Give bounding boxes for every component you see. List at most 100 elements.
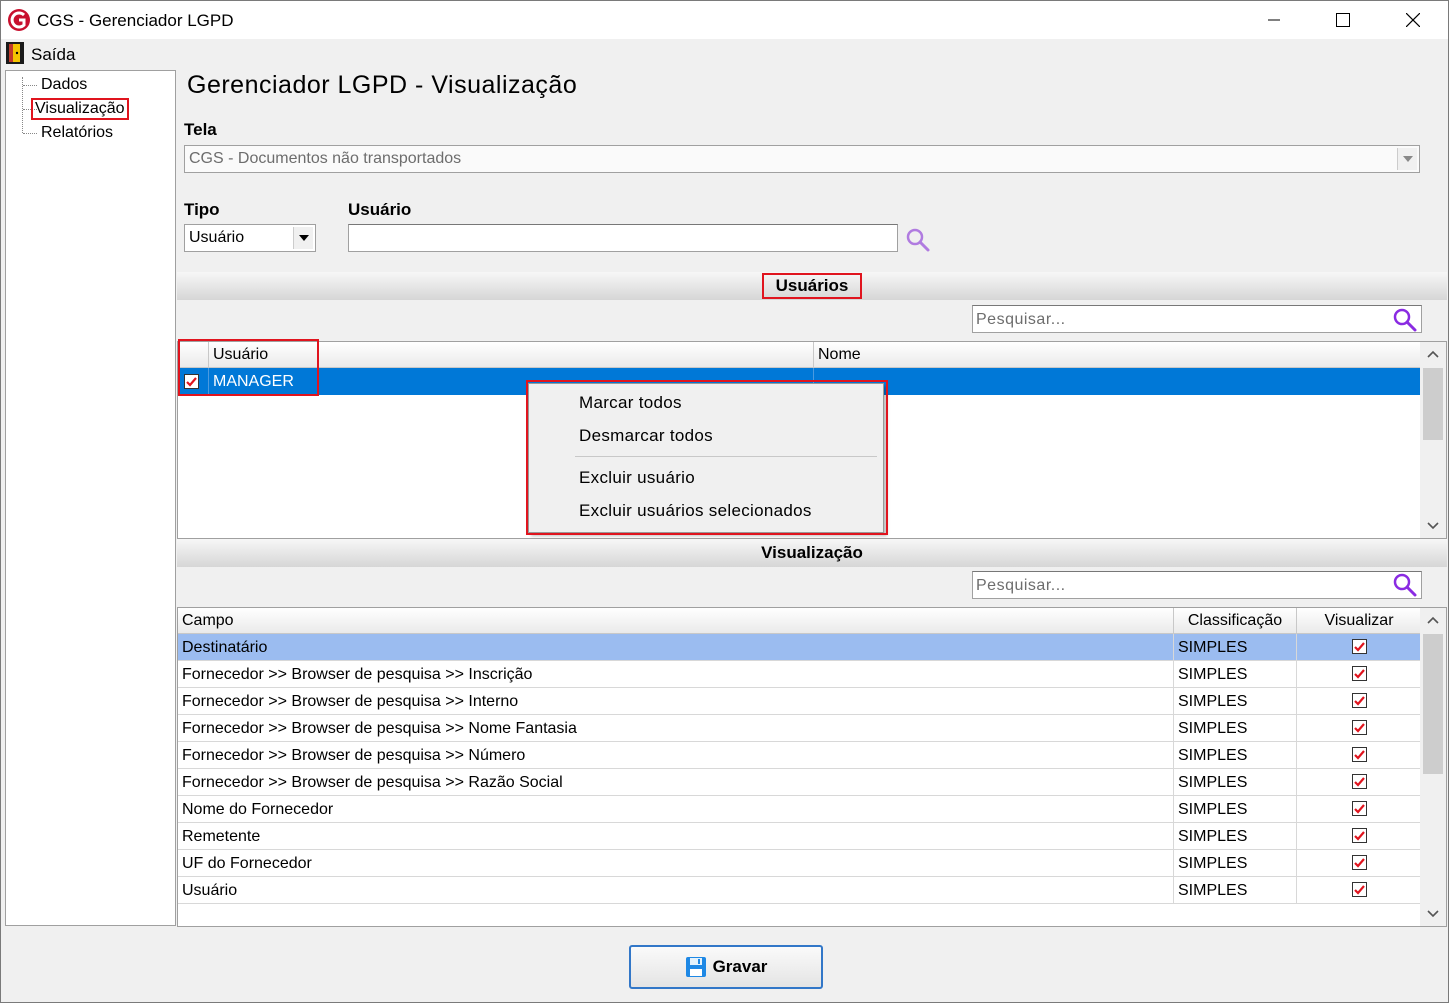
users-grid-header-nome[interactable]: Nome <box>814 342 1422 368</box>
table-row[interactable]: UF do Fornecedor SIMPLES <box>178 850 1422 877</box>
row-visualizar[interactable] <box>1297 823 1422 850</box>
row-visualizar[interactable] <box>1297 742 1422 769</box>
visualizar-checkbox[interactable] <box>1352 882 1367 897</box>
save-button[interactable]: Gravar <box>629 945 823 989</box>
row-campo: UF do Fornecedor <box>178 850 1174 877</box>
maximize-icon <box>1336 13 1350 27</box>
usuario-label: Usuário <box>348 200 412 219</box>
table-row[interactable]: Usuário SIMPLES <box>178 877 1422 904</box>
nav-item-dados[interactable]: Dados <box>39 76 89 94</box>
visualizar-checkbox[interactable] <box>1352 855 1367 870</box>
minimize-button[interactable] <box>1239 1 1309 39</box>
scrollbar-thumb[interactable] <box>1423 634 1443 774</box>
visual-search-input[interactable]: Pesquisar... <box>972 571 1422 599</box>
checkmark-icon <box>1354 885 1365 895</box>
visualizar-checkbox[interactable] <box>1352 747 1367 762</box>
table-row[interactable]: Fornecedor >> Browser de pesquisa >> Raz… <box>178 769 1422 796</box>
checkmark-icon <box>1354 696 1365 706</box>
row-classificacao: SIMPLES <box>1174 823 1297 850</box>
row-visualizar[interactable] <box>1297 769 1422 796</box>
checkmark-icon <box>1354 669 1365 679</box>
close-button[interactable] <box>1378 1 1448 39</box>
window-title: CGS - Gerenciador LGPD <box>37 11 234 30</box>
users-search-placeholder: Pesquisar... <box>976 311 1066 328</box>
visualizar-checkbox[interactable] <box>1352 774 1367 789</box>
visualizar-checkbox[interactable] <box>1352 828 1367 843</box>
users-section-header: Usuários <box>177 272 1447 300</box>
tela-select[interactable]: CGS - Documentos não transportados <box>184 145 1420 173</box>
visual-grid: Campo Classificação Visualizar Destinatá… <box>177 607 1447 927</box>
row-visualizar[interactable] <box>1297 634 1422 661</box>
table-row[interactable]: Destinatário SIMPLES <box>178 634 1422 661</box>
visualizar-checkbox[interactable] <box>1352 639 1367 654</box>
nav-item-relatorios[interactable]: Relatórios <box>39 124 115 142</box>
row-campo: Remetente <box>178 823 1174 850</box>
nav-item-visualizacao[interactable]: Visualização <box>31 98 129 120</box>
row-classificacao: SIMPLES <box>1174 850 1297 877</box>
close-icon <box>1406 13 1420 27</box>
visualizar-checkbox[interactable] <box>1352 801 1367 816</box>
visual-grid-header-classificacao[interactable]: Classificação <box>1174 608 1297 634</box>
tipo-dropdown-button[interactable] <box>293 227 313 249</box>
visualizar-checkbox[interactable] <box>1352 666 1367 681</box>
row-campo: Usuário <box>178 877 1174 904</box>
exit-menu-item[interactable]: Saída <box>1 39 81 69</box>
title-bar: CGS - Gerenciador LGPD <box>1 1 1448 39</box>
visual-search-placeholder: Pesquisar... <box>976 577 1066 594</box>
row-visualizar[interactable] <box>1297 796 1422 823</box>
maximize-button[interactable] <box>1308 1 1378 39</box>
row-campo: Fornecedor >> Browser de pesquisa >> Raz… <box>178 769 1174 796</box>
visual-section-title: Visualização <box>761 543 863 562</box>
checkmark-icon <box>1354 750 1365 760</box>
tela-dropdown-button[interactable] <box>1397 148 1417 170</box>
table-row[interactable]: Fornecedor >> Browser de pesquisa >> Int… <box>178 688 1422 715</box>
users-search-input[interactable]: Pesquisar... <box>972 305 1422 333</box>
table-row[interactable]: Fornecedor >> Browser de pesquisa >> Nom… <box>178 715 1422 742</box>
visual-section-header: Visualização <box>177 539 1447 567</box>
checkmark-icon <box>1354 642 1365 652</box>
checkmark-icon <box>1354 831 1365 841</box>
checkmark-icon <box>1354 858 1365 868</box>
visual-grid-header-visualizar[interactable]: Visualizar <box>1297 608 1422 634</box>
floppy-disk-icon <box>685 957 706 977</box>
users-grid-scrollbar[interactable] <box>1420 342 1446 538</box>
row-visualizar[interactable] <box>1297 715 1422 742</box>
table-row[interactable]: Fornecedor >> Browser de pesquisa >> Núm… <box>178 742 1422 769</box>
row-classificacao: SIMPLES <box>1174 661 1297 688</box>
row-campo: Destinatário <box>178 634 1174 661</box>
row-visualizar[interactable] <box>1297 850 1422 877</box>
checkmark-icon <box>1354 777 1365 787</box>
chevron-up-icon[interactable] <box>1427 350 1439 358</box>
context-menu-highlight <box>526 380 888 535</box>
search-icon[interactable] <box>905 227 931 253</box>
search-icon[interactable] <box>1392 572 1418 598</box>
search-icon[interactable] <box>1392 307 1418 333</box>
table-row[interactable]: Remetente SIMPLES <box>178 823 1422 850</box>
usuario-input[interactable] <box>348 224 898 252</box>
tipo-select-value: Usuário <box>189 229 245 246</box>
chevron-up-icon[interactable] <box>1427 616 1439 624</box>
visual-grid-scrollbar[interactable] <box>1420 608 1446 926</box>
chevron-down-icon[interactable] <box>1427 522 1439 530</box>
row-classificacao: SIMPLES <box>1174 715 1297 742</box>
chevron-down-icon <box>1402 156 1413 162</box>
tipo-select[interactable]: Usuário <box>184 224 316 252</box>
chevron-down-icon[interactable] <box>1427 910 1439 918</box>
row-visualizar[interactable] <box>1297 661 1422 688</box>
row-visualizar[interactable] <box>1297 877 1422 904</box>
tela-select-value: CGS - Documentos não transportados <box>189 150 462 167</box>
visualizar-checkbox[interactable] <box>1352 720 1367 735</box>
scrollbar-thumb[interactable] <box>1423 368 1443 440</box>
save-button-label: Gravar <box>712 957 768 976</box>
menu-bar: Saída <box>1 39 1448 69</box>
visualizar-checkbox[interactable] <box>1352 693 1367 708</box>
row-classificacao: SIMPLES <box>1174 688 1297 715</box>
checkmark-icon <box>1354 723 1365 733</box>
table-row[interactable]: Nome do Fornecedor SIMPLES <box>178 796 1422 823</box>
row-nome <box>814 368 1422 395</box>
row-visualizar[interactable] <box>1297 688 1422 715</box>
visual-grid-header-campo[interactable]: Campo <box>178 608 1174 634</box>
users-section-title: Usuários <box>761 273 863 299</box>
row-campo: Fornecedor >> Browser de pesquisa >> Nom… <box>178 715 1174 742</box>
table-row[interactable]: Fornecedor >> Browser de pesquisa >> Ins… <box>178 661 1422 688</box>
